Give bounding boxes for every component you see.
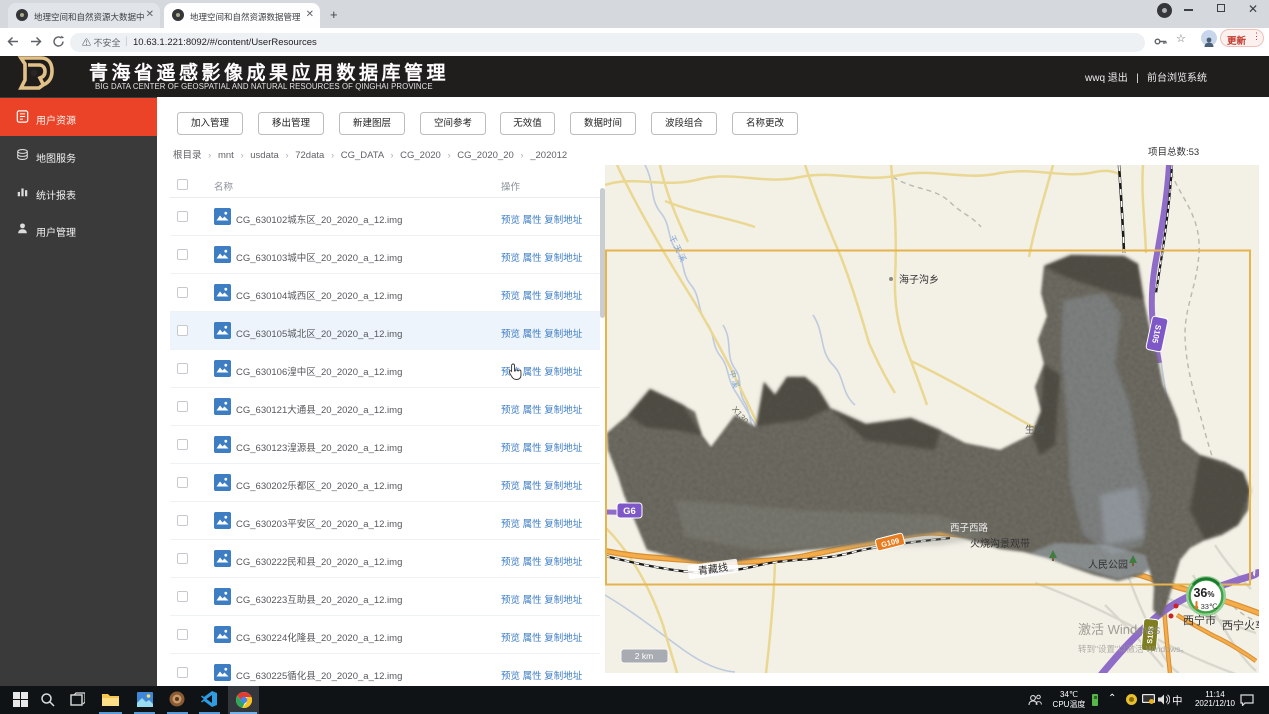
svg-text:33℃: 33℃ (1201, 602, 1218, 611)
svg-text:2 km: 2 km (635, 651, 653, 661)
svg-text:火烧沟景观带: 火烧沟景观带 (970, 537, 1030, 550)
svg-text:生物: 生物 (1025, 424, 1045, 436)
svg-text:海子沟乡: 海子沟乡 (899, 273, 939, 286)
svg-text:G6: G6 (623, 506, 636, 517)
svg-text:人民公园: 人民公园 (1088, 559, 1128, 571)
svg-text:激活 Windows: 激活 Windows (1078, 622, 1161, 637)
svg-text:转到"设置"以激活 Windows。: 转到"设置"以激活 Windows。 (1078, 644, 1189, 654)
svg-text:西子西路: 西子西路 (950, 522, 989, 534)
svg-text:西宁火车站: 西宁火车站 (1222, 618, 1259, 632)
